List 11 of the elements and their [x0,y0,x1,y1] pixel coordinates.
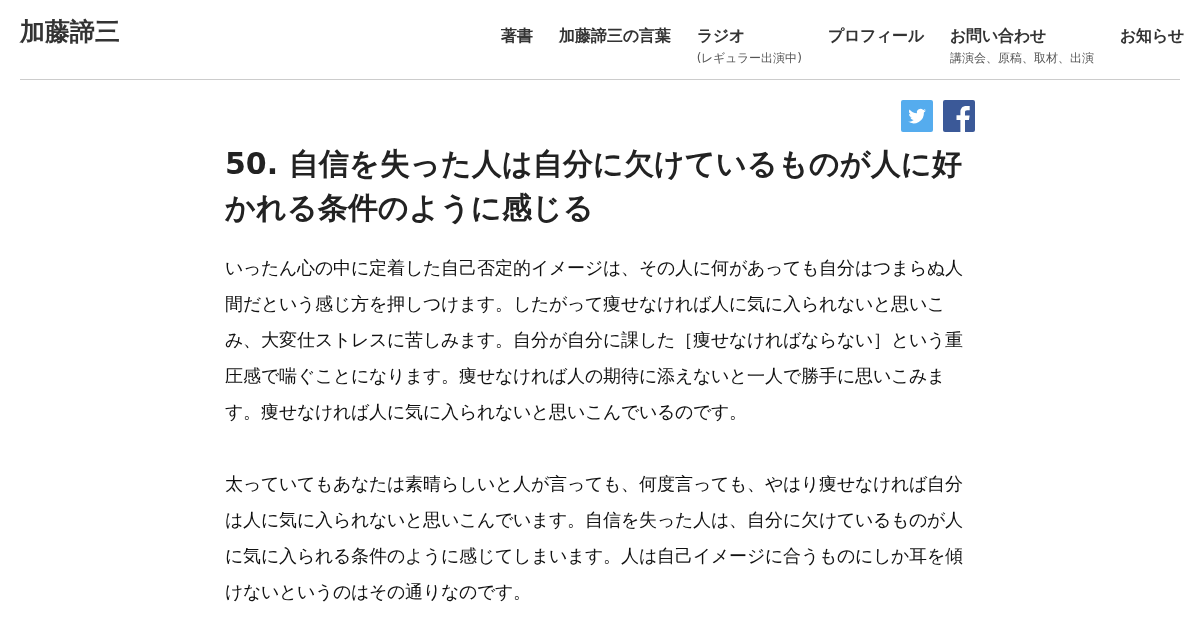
nav-link[interactable]: プロフィール [828,26,924,46]
facebook-icon[interactable] [943,100,975,132]
nav-link[interactable]: 著書 [500,26,533,46]
nav-link[interactable]: お知らせ [1120,26,1184,46]
nav-link[interactable]: ラジオ (レギュラー出演中) [696,26,802,66]
site-title[interactable]: 加藤諦三 [20,16,120,48]
paragraph: 太っていてもあなたは素晴らしいと人が言っても、何度言っても、やはり痩せなければ自分は人に気に入られないと思いこんでいます。自信を失った人は、自分に欠けているものが人に気に入られる条件のように感じてしまいます。人は自己イメージに合うものにしか耳を傾けないというのはその通りなのです。 [225,472,964,604]
nav-link[interactable]: お問い合わせ 講演会、原稿、取材、出演 [950,26,1094,66]
article-title: 50. 自信を失った人は自分に欠けているものが人に好かれる条件のように感じる [225,145,963,227]
paragraph: いったん心の中に定着した自己否定的イメージは、その人に何があっても自分はつまらぬ人間だという感じ方を押しつけます。したがって痩せなければ人に気に入られないと思いこみ、大変仕ストレスに苦しみます。自分が自分に課した［痩せなければならない］という重圧感で喘ぐことになります。痩せなければ人の期待に添えないと一人で勝手に思いこみます。痩せなければ人に気に入られないと思いこんでいるのです。 [225,256,964,424]
nav-link[interactable]: 加藤諦三の言葉 [558,26,671,46]
